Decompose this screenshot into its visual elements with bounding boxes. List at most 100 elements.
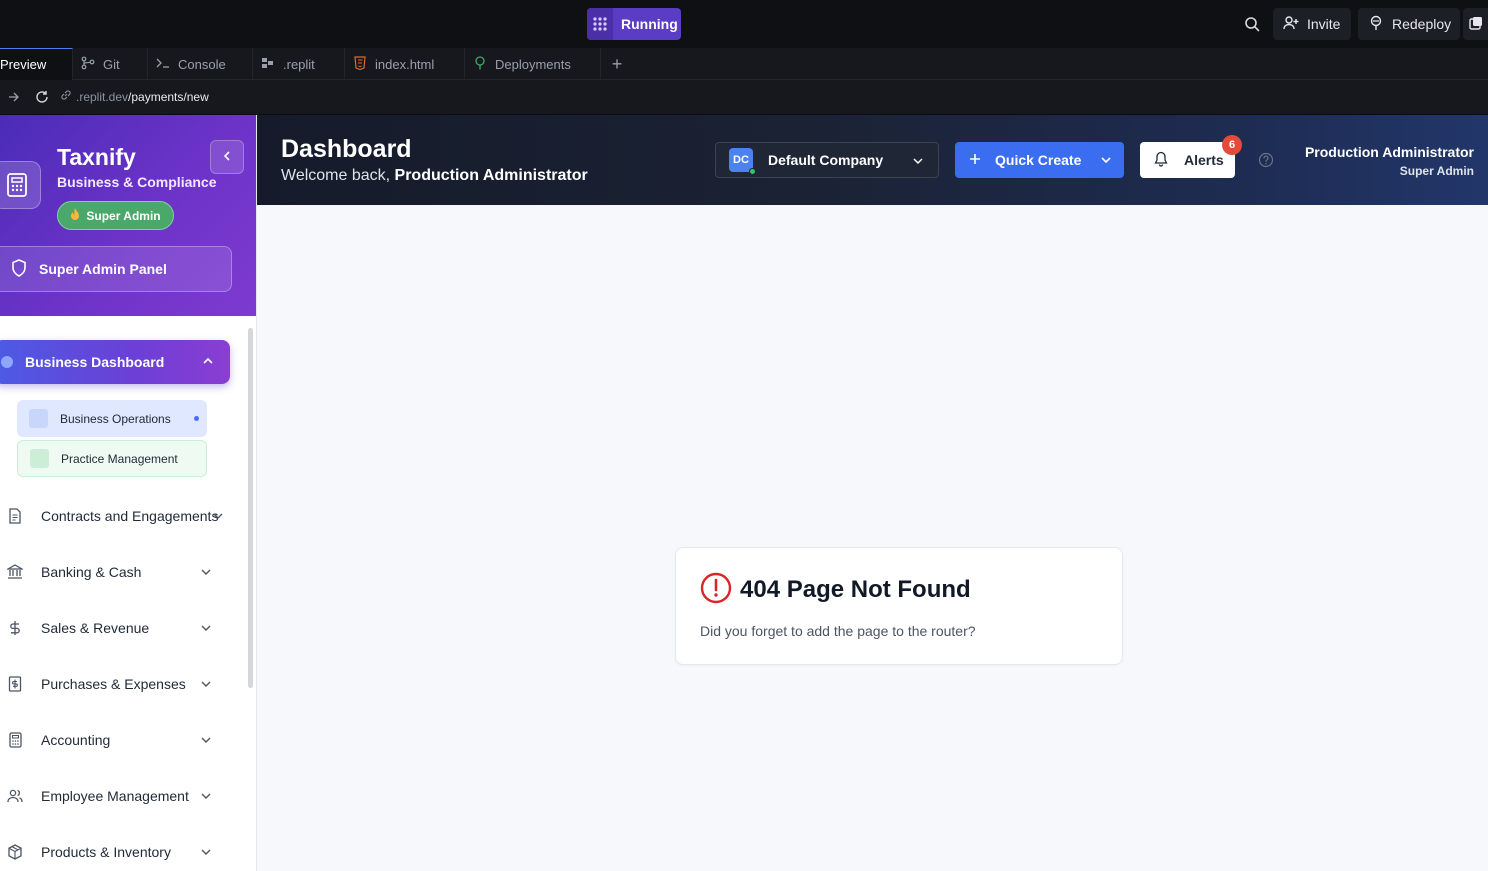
tab-preview[interactable]: Preview	[0, 48, 73, 80]
company-name: Default Company	[768, 152, 884, 168]
alerts-count-badge: 6	[1222, 135, 1242, 155]
html-file-icon	[353, 55, 367, 73]
receipt-icon	[0, 664, 30, 704]
settings-file-icon	[261, 56, 275, 73]
tab-label: Console	[178, 56, 226, 72]
tab-git[interactable]: Git	[73, 48, 148, 80]
brand-name: Taxnify	[57, 144, 136, 170]
company-initials: DC	[733, 154, 749, 166]
panel-toggle-button[interactable]	[1463, 8, 1488, 40]
collapse-sidebar-button[interactable]	[210, 140, 244, 174]
sidebar-subitem-label: Practice Management	[61, 451, 178, 466]
sidebar-scrollbar[interactable]	[248, 328, 253, 688]
sidebar-item-label: Banking & Cash	[41, 564, 142, 580]
dashboard-header: Dashboard Welcome back, Production Admin…	[257, 115, 1488, 205]
sidebar-item-business-dashboard[interactable]: Business Dashboard	[0, 340, 230, 384]
document-icon	[0, 496, 30, 536]
brand-subtitle: Business & Compliance	[57, 174, 217, 190]
reload-icon[interactable]	[28, 83, 56, 111]
add-user-icon	[1283, 15, 1299, 34]
add-tab-button[interactable]: +	[601, 48, 633, 80]
shield-icon	[11, 258, 27, 280]
alerts-button[interactable]: Alerts 6	[1140, 135, 1242, 178]
chevron-down-icon	[200, 621, 212, 637]
users-icon	[0, 776, 30, 816]
bank-icon	[0, 552, 30, 592]
sidebar-item-purchases[interactable]: Purchases & Expenses	[0, 664, 230, 704]
url-domain: .replit.dev	[76, 90, 129, 104]
sidebar-subitem-label: Business Operations	[60, 411, 171, 426]
company-avatar: DC	[729, 148, 756, 175]
sidebar-item-label: Purchases & Expenses	[41, 676, 186, 692]
chevron-down-icon	[912, 154, 924, 172]
flame-icon	[70, 207, 80, 224]
sidebar-item-employees[interactable]: Employee Management	[0, 776, 230, 816]
role-badge: Super Admin	[57, 201, 174, 230]
git-icon	[81, 56, 95, 73]
deploy-icon	[1368, 15, 1384, 34]
user-name[interactable]: Production Administrator	[1305, 144, 1474, 160]
bell-icon	[1154, 151, 1168, 170]
tab-label: .replit	[283, 56, 315, 72]
redeploy-label: Redeploy	[1392, 16, 1452, 32]
tab-index-html[interactable]: index.html	[345, 48, 465, 80]
dollar-icon	[0, 608, 30, 648]
sidebar-item-label: Accounting	[41, 732, 111, 748]
run-status-button[interactable]: Running	[587, 8, 681, 40]
window-icon	[1468, 16, 1483, 33]
page-title: Dashboard	[281, 135, 412, 163]
not-found-title: 404 Page Not Found	[740, 576, 971, 603]
not-found-card: 404 Page Not Found Did you forget to add…	[675, 547, 1123, 665]
welcome-message: Welcome back, Production Administrator	[281, 167, 588, 185]
alert-circle-icon	[700, 572, 732, 609]
sidebar-subitem-business-operations[interactable]: Business Operations	[17, 400, 207, 437]
url-field[interactable]: .replit.dev/payments/new	[76, 90, 209, 104]
workspace-topbar: Running Invite Redeploy	[0, 0, 1488, 48]
tab-label: Preview	[0, 57, 47, 72]
redeploy-button[interactable]: Redeploy	[1358, 8, 1460, 40]
help-icon[interactable]	[1258, 152, 1274, 173]
sidebar-item-label: Contracts and Engagements	[41, 508, 219, 524]
sidebar-item-contracts[interactable]: Contracts and Engagements	[0, 496, 230, 536]
sidebar: Taxnify Business & Compliance Super Admi…	[0, 115, 257, 871]
chevron-left-icon	[222, 148, 232, 166]
business-operations-icon	[29, 409, 48, 428]
app-viewport: Taxnify Business & Compliance Super Admi…	[0, 115, 1488, 871]
run-status-label: Running	[621, 16, 678, 32]
sidebar-subitem-practice-management[interactable]: Practice Management	[17, 440, 207, 477]
sidebar-item-accounting[interactable]: Accounting	[0, 720, 230, 760]
chevron-down-icon	[200, 845, 212, 861]
chevron-down-icon	[1100, 153, 1112, 169]
link-icon	[60, 88, 72, 106]
tab-console[interactable]: Console	[148, 48, 253, 80]
tab-label: index.html	[375, 56, 435, 72]
company-selector[interactable]: DC Default Company	[715, 142, 939, 178]
sidebar-item-sales[interactable]: Sales & Revenue	[0, 608, 230, 648]
active-dot-icon	[1, 356, 13, 368]
sidebar-item-products[interactable]: Products & Inventory	[0, 832, 230, 871]
super-admin-panel-button[interactable]: Super Admin Panel	[0, 246, 232, 292]
tab-label: Git	[103, 56, 120, 72]
sidebar-item-banking[interactable]: Banking & Cash	[0, 552, 230, 592]
practice-management-icon	[30, 449, 49, 468]
chevron-down-icon	[200, 789, 212, 805]
workspace-tabs: Preview Git Console .replit index.html D…	[0, 48, 1488, 80]
quick-create-button[interactable]: Quick Create	[955, 142, 1124, 178]
search-icon[interactable]	[1240, 12, 1264, 36]
forward-arrow-icon[interactable]	[0, 83, 28, 111]
tab-label: Deployments	[495, 56, 571, 72]
online-status-dot	[749, 168, 756, 175]
grid-icon	[587, 8, 613, 40]
not-found-message: Did you forget to add the page to the ro…	[700, 623, 976, 639]
active-indicator	[194, 416, 199, 421]
tab-replit[interactable]: .replit	[253, 48, 345, 80]
sidebar-item-label: Business Dashboard	[25, 354, 165, 370]
chevron-down-icon	[200, 677, 212, 693]
invite-button[interactable]: Invite	[1273, 8, 1351, 40]
tab-deployments[interactable]: Deployments	[465, 48, 601, 80]
role-badge-label: Super Admin	[86, 208, 161, 223]
super-admin-panel-label: Super Admin Panel	[39, 261, 167, 277]
terminal-icon	[156, 56, 170, 73]
sidebar-header: Taxnify Business & Compliance Super Admi…	[0, 115, 256, 316]
sidebar-item-label: Employee Management	[41, 788, 189, 804]
